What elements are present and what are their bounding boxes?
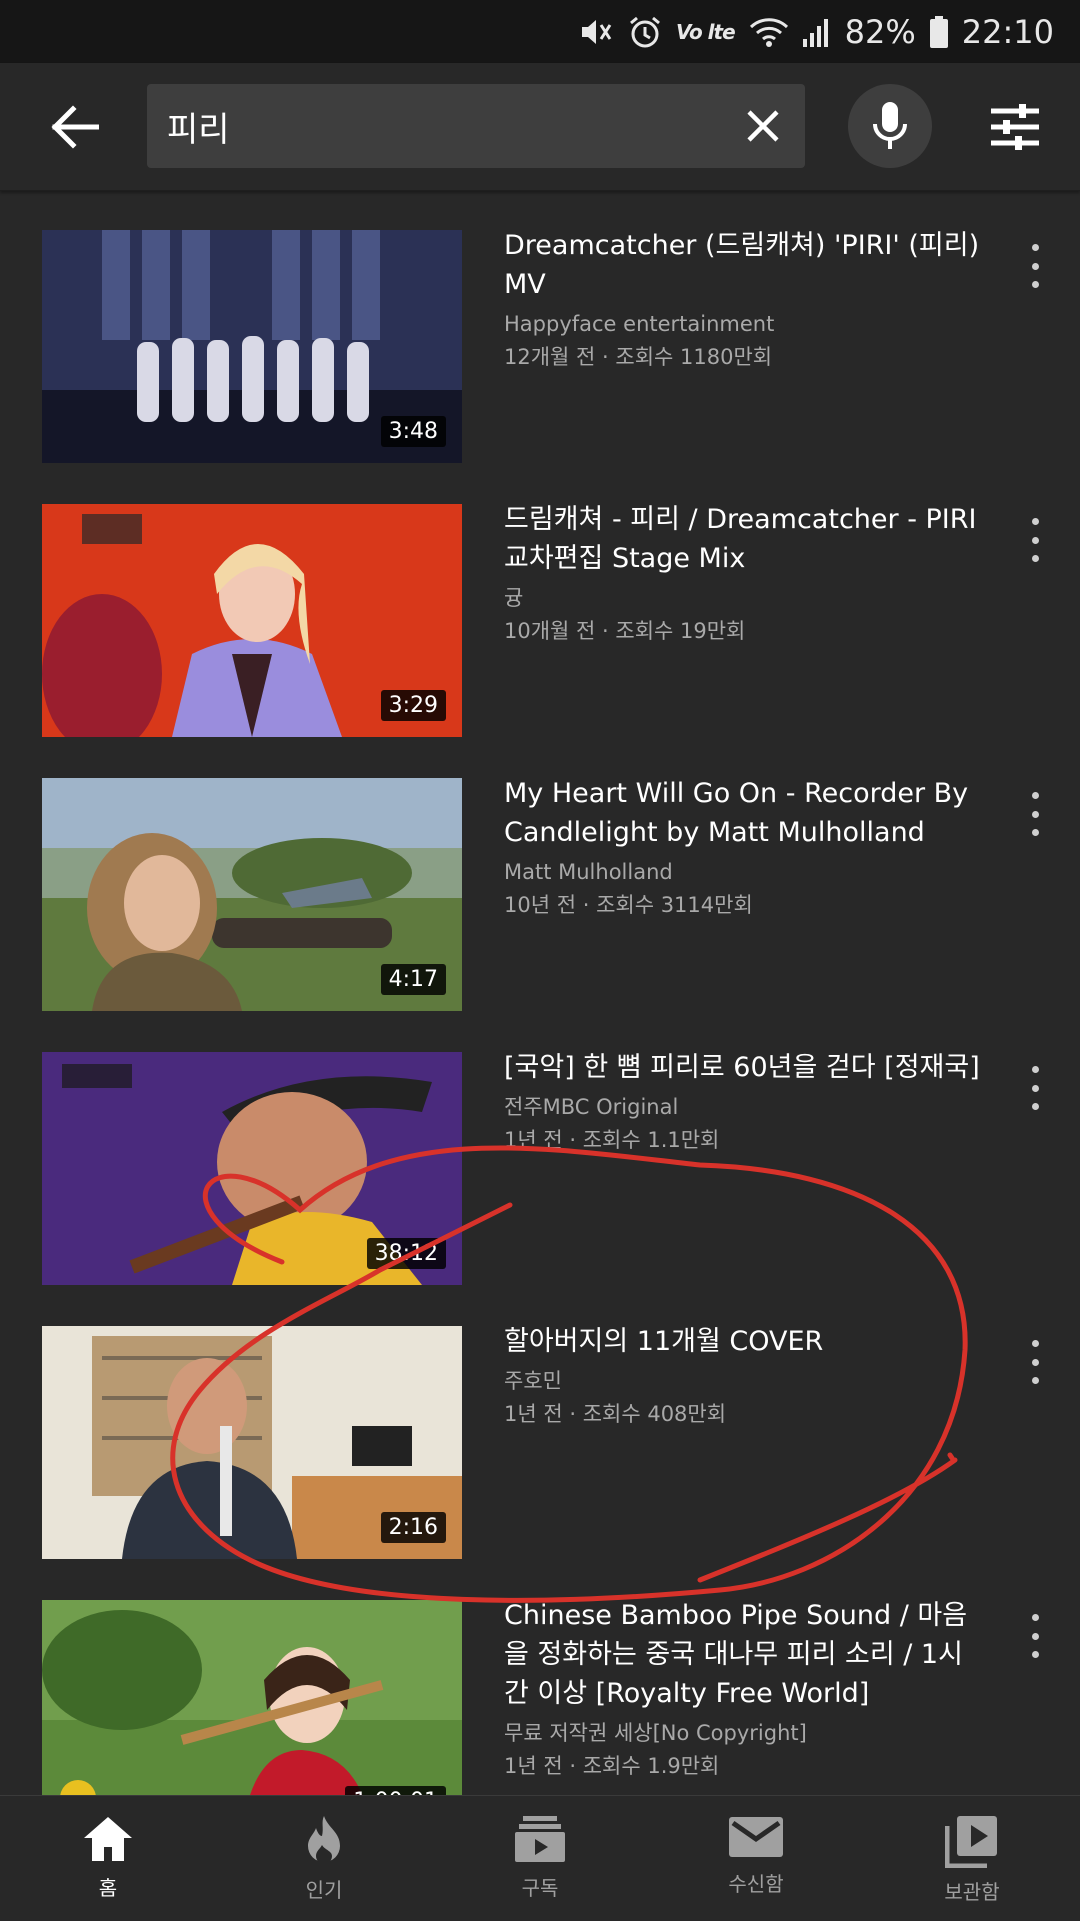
nav-label: 수신함 bbox=[728, 1872, 784, 1896]
more-options-button[interactable] bbox=[1020, 786, 1050, 842]
fire-icon bbox=[308, 1816, 340, 1864]
video-thumbnail[interactable]: 38:12 bbox=[42, 1052, 462, 1285]
video-channel[interactable]: Happyface entertainment bbox=[504, 308, 984, 341]
nav-library[interactable]: 보관함 bbox=[864, 1796, 1080, 1921]
nav-inbox[interactable]: 수신함 bbox=[648, 1796, 864, 1921]
video-info[interactable]: 드림캐쳐 - 피리 / Dreamcatcher - PIRI 교차편집 Sta… bbox=[504, 504, 984, 648]
video-duration: 38:12 bbox=[366, 1238, 446, 1269]
video-result[interactable]: 38:12 [국악] 한 뼘 피리로 60년을 걷다 [정재국] 전주MBC O… bbox=[0, 1012, 1080, 1286]
video-title[interactable]: [국악] 한 뼘 피리로 60년을 걷다 [정재국] bbox=[504, 1048, 984, 1087]
video-title[interactable]: Chinese Bamboo Pipe Sound / 마음을 정화하는 중국 … bbox=[504, 1596, 984, 1713]
video-thumbnail[interactable]: 3:48 bbox=[42, 230, 462, 463]
video-thumbnail[interactable]: 2:16 bbox=[42, 1326, 462, 1559]
video-info[interactable]: [국악] 한 뼘 피리로 60년을 걷다 [정재국] 전주MBC Origina… bbox=[504, 1052, 984, 1157]
more-vert-icon bbox=[1031, 1340, 1039, 1347]
search-input[interactable]: 피리 bbox=[147, 84, 805, 168]
filter-button[interactable] bbox=[985, 99, 1045, 155]
nav-trending[interactable]: 인기 bbox=[216, 1796, 432, 1921]
video-channel[interactable]: 주호민 bbox=[504, 1365, 984, 1398]
video-stats: 10년 전 · 조회수 3114만회 bbox=[504, 893, 753, 917]
video-result[interactable]: 4:17 My Heart Will Go On - Recorder By C… bbox=[0, 738, 1080, 1012]
sliders-icon bbox=[991, 104, 1039, 150]
more-options-button[interactable] bbox=[1020, 1060, 1050, 1116]
alarm-icon bbox=[628, 15, 662, 49]
arrow-left-icon bbox=[51, 105, 99, 149]
video-result[interactable]: 2:16 할아버지의 11개월 COVER 주호민 1년 전 · 조회수 408… bbox=[0, 1286, 1080, 1560]
status-bar: Vo lte 82% 22:10 bbox=[0, 0, 1080, 63]
search-results-list: 3:48 Dreamcatcher (드림캐쳐) 'PIRI' (피리) MV … bbox=[0, 190, 1080, 1795]
nav-label: 구독 bbox=[521, 1876, 559, 1900]
clock: 22:10 bbox=[961, 12, 1054, 51]
signal-icon bbox=[802, 17, 831, 47]
search-header: 피리 bbox=[0, 63, 1080, 191]
more-vert-icon bbox=[1031, 518, 1039, 525]
video-stats: 10개월 전 · 조회수 19만회 bbox=[504, 619, 746, 643]
nav-subscriptions[interactable]: 구독 bbox=[432, 1796, 648, 1921]
nav-label: 인기 bbox=[305, 1878, 343, 1902]
video-title[interactable]: 드림캐쳐 - 피리 / Dreamcatcher - PIRI 교차편집 Sta… bbox=[504, 500, 984, 578]
more-vert-icon bbox=[1031, 244, 1039, 251]
video-duration: 2:16 bbox=[380, 1512, 446, 1543]
battery-percent: 82% bbox=[844, 12, 916, 51]
video-result[interactable]: 3:29 드림캐쳐 - 피리 / Dreamcatcher - PIRI 교차편… bbox=[0, 464, 1080, 738]
video-channel[interactable]: Matt Mulholland bbox=[504, 856, 984, 889]
clear-search-button[interactable] bbox=[737, 100, 789, 152]
more-vert-icon bbox=[1031, 792, 1039, 799]
video-thumbnail[interactable]: 3:29 bbox=[42, 504, 462, 737]
video-info[interactable]: My Heart Will Go On - Recorder By Candle… bbox=[504, 778, 984, 922]
video-title[interactable]: 할아버지의 11개월 COVER bbox=[504, 1322, 984, 1361]
more-options-button[interactable] bbox=[1020, 238, 1050, 294]
video-stats: 12개월 전 · 조회수 1180만회 bbox=[504, 345, 773, 369]
video-result[interactable]: 3:48 Dreamcatcher (드림캐쳐) 'PIRI' (피리) MV … bbox=[0, 190, 1080, 464]
video-duration: 1:00:01 bbox=[345, 1786, 446, 1795]
library-icon bbox=[945, 1816, 997, 1868]
video-title[interactable]: Dreamcatcher (드림캐쳐) 'PIRI' (피리) MV bbox=[504, 226, 984, 304]
video-result[interactable]: 1:00:01 Chinese Bamboo Pipe Sound / 마음을 … bbox=[0, 1560, 1080, 1795]
nav-label: 홈 bbox=[98, 1876, 118, 1900]
video-duration: 3:48 bbox=[380, 416, 446, 447]
wifi-icon bbox=[749, 16, 789, 48]
more-options-button[interactable] bbox=[1020, 512, 1050, 568]
voice-search-button[interactable] bbox=[848, 84, 932, 168]
bottom-navigation: 홈 인기 구독 수신함 보관함 bbox=[0, 1795, 1080, 1921]
nav-home[interactable]: 홈 bbox=[0, 1796, 216, 1921]
video-channel[interactable]: 귱 bbox=[504, 582, 984, 615]
video-info[interactable]: Chinese Bamboo Pipe Sound / 마음을 정화하는 중국 … bbox=[504, 1600, 984, 1783]
volte-indicator: Vo lte bbox=[675, 19, 736, 44]
video-duration: 3:29 bbox=[380, 690, 446, 721]
video-info[interactable]: Dreamcatcher (드림캐쳐) 'PIRI' (피리) MV Happy… bbox=[504, 230, 984, 374]
mute-icon bbox=[578, 16, 614, 48]
video-stats: 1년 전 · 조회수 1.9만회 bbox=[504, 1754, 720, 1778]
video-stats: 1년 전 · 조회수 408만회 bbox=[504, 1402, 727, 1426]
subscriptions-icon bbox=[515, 1816, 565, 1862]
close-icon bbox=[747, 110, 779, 142]
video-duration: 4:17 bbox=[380, 964, 446, 995]
video-info[interactable]: 할아버지의 11개월 COVER 주호민 1년 전 · 조회수 408만회 bbox=[504, 1326, 984, 1431]
video-channel[interactable]: 전주MBC Original bbox=[504, 1091, 984, 1124]
video-channel[interactable]: 무료 저작권 세상[No Copyright] bbox=[504, 1717, 984, 1750]
microphone-icon bbox=[873, 102, 907, 149]
battery-icon bbox=[929, 15, 948, 48]
more-vert-icon bbox=[1031, 1614, 1039, 1621]
video-stats: 1년 전 · 조회수 1.1만회 bbox=[504, 1128, 720, 1152]
search-query[interactable]: 피리 bbox=[167, 102, 230, 151]
video-title[interactable]: My Heart Will Go On - Recorder By Candle… bbox=[504, 774, 984, 852]
nav-label: 보관함 bbox=[944, 1880, 1000, 1904]
more-options-button[interactable] bbox=[1020, 1608, 1050, 1664]
inbox-icon bbox=[729, 1817, 783, 1857]
more-options-button[interactable] bbox=[1020, 1334, 1050, 1390]
video-thumbnail[interactable]: 4:17 bbox=[42, 778, 462, 1011]
video-thumbnail[interactable]: 1:00:01 bbox=[42, 1600, 462, 1795]
back-button[interactable] bbox=[40, 95, 108, 159]
home-icon bbox=[84, 1817, 132, 1861]
more-vert-icon bbox=[1031, 1066, 1039, 1073]
